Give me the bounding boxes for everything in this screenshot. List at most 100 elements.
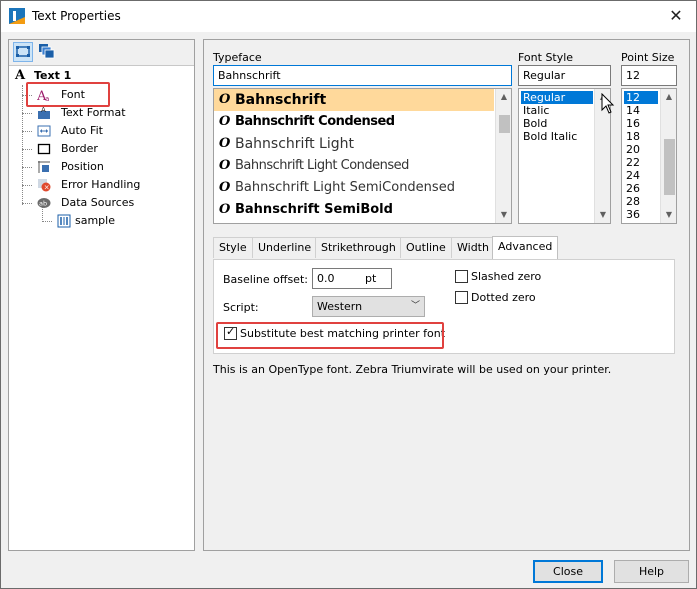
opentype-icon: O (219, 114, 231, 129)
font-name: Bahnschrift (235, 92, 327, 108)
scroll-down-icon[interactable]: ▼ (595, 207, 610, 223)
tree-item-label: sample (75, 214, 115, 227)
font-list-item[interactable]: O Bahnschrift Condensed (214, 111, 494, 133)
opentype-icon: O (219, 136, 231, 151)
window-title: Text Properties (32, 9, 121, 23)
scroll-thumb[interactable] (664, 139, 675, 195)
font-list-item[interactable]: O Bahnschrift Light SemiCondensed (214, 177, 494, 199)
slashed-zero-label: Slashed zero (471, 270, 542, 283)
slashed-zero-checkbox[interactable] (455, 270, 468, 283)
dotted-zero-checkbox[interactable] (455, 291, 468, 304)
font-name: Bahnschrift SemiBold (235, 202, 393, 217)
layout-icon (16, 46, 30, 57)
tab-advanced[interactable]: Advanced (492, 236, 559, 259)
font-style-list[interactable]: Regular Italic Bold Bold Italic ▲ ▼ (518, 88, 611, 224)
text-a-icon: A (15, 68, 26, 83)
font-name: Bahnschrift Condensed (235, 114, 395, 129)
sample-icon (57, 214, 71, 228)
font-style-option[interactable]: Bold (521, 117, 549, 130)
layout-view-button[interactable] (13, 42, 33, 62)
close-button[interactable]: Close (533, 560, 603, 583)
mouse-cursor-icon (601, 93, 615, 114)
baseline-unit: pt (365, 272, 377, 285)
svg-text:ab: ab (39, 200, 47, 208)
typeface-label: Typeface (213, 51, 262, 64)
point-size-input[interactable]: 12 (621, 65, 677, 86)
font-name: Bahnschrift Light (235, 136, 354, 152)
point-size-option[interactable]: 20 (624, 143, 642, 156)
point-size-label: Point Size (621, 51, 675, 64)
font-style-input[interactable]: Regular (518, 65, 611, 86)
tab-outline[interactable]: Outline (400, 237, 452, 258)
typeface-list[interactable]: O Bahnschrift O Bahnschrift Condensed O … (213, 88, 512, 224)
baseline-offset-value: 0.0 (317, 272, 335, 285)
close-window-icon[interactable]: ✕ (665, 6, 687, 26)
scroll-thumb[interactable] (499, 115, 510, 133)
font-list-item[interactable]: O Bahnschrift SemiBold (214, 199, 494, 221)
stack-icon (39, 44, 55, 59)
help-button[interactable]: Help (614, 560, 689, 583)
opentype-icon: O (219, 158, 231, 173)
font-highlight-box (26, 82, 110, 107)
title-bar: Text Properties ✕ (1, 1, 696, 32)
tree-item-label: Auto Fit (61, 124, 103, 137)
chevron-down-icon: ﹀ (410, 301, 420, 311)
opentype-info-text: This is an OpenType font. Zebra Triumvir… (213, 363, 612, 376)
property-tree-panel: A Text 1 Aa Font A Text Format Auto Fit … (8, 39, 195, 551)
font-list-item[interactable]: O Bahnschrift Light (214, 133, 494, 155)
point-size-option[interactable]: 22 (624, 156, 642, 169)
font-list-item[interactable]: O Bahnschrift (214, 89, 494, 111)
font-style-option[interactable]: Regular (521, 91, 593, 104)
scroll-down-icon[interactable]: ▼ (496, 207, 511, 223)
error-handling-icon: × (37, 178, 51, 192)
scroll-up-icon[interactable]: ▲ (496, 89, 511, 105)
dotted-zero-label: Dotted zero (471, 291, 536, 304)
tree-connector (22, 185, 32, 186)
scroll-up-icon[interactable]: ▲ (661, 89, 676, 105)
point-size-option[interactable]: 16 (624, 117, 642, 130)
font-list-item[interactable]: O Bahnschrift Light Condensed (214, 155, 494, 177)
baseline-offset-input[interactable]: 0.0 pt (312, 268, 392, 289)
data-sources-icon: ab (37, 196, 51, 210)
tab-strikethrough[interactable]: Strikethrough (315, 237, 402, 258)
text-properties-window: Text Properties ✕ A Text 1 A a Font A Te… (0, 0, 697, 589)
point-size-scrollbar[interactable]: ▲ ▼ (660, 89, 676, 223)
auto-fit-icon (37, 124, 51, 138)
tab-underline[interactable]: Underline (252, 237, 318, 258)
point-size-list[interactable]: 12 14 16 18 20 22 24 26 28 36 48 ▲ ▼ (621, 88, 677, 224)
svg-text:×: × (44, 184, 50, 192)
scroll-down-icon[interactable]: ▼ (661, 207, 676, 223)
tree-item-label: Error Handling (61, 178, 141, 191)
tree-connector (22, 131, 32, 132)
point-size-option[interactable]: 26 (624, 182, 642, 195)
opentype-icon: O (219, 202, 231, 217)
tree-toolbar (9, 40, 194, 66)
tab-width[interactable]: Width (451, 237, 495, 258)
stack-view-button[interactable] (37, 42, 57, 62)
typeface-scrollbar[interactable]: ▲ ▼ (495, 89, 511, 223)
font-style-option[interactable]: Bold Italic (521, 130, 579, 143)
tree-connector (22, 203, 32, 204)
script-select[interactable]: Western ﹀ (312, 296, 425, 317)
font-style-option[interactable]: Italic (521, 104, 551, 117)
font-name: Bahnschrift Light Condensed (235, 158, 409, 173)
typeface-input[interactable]: Bahnschrift (213, 65, 512, 86)
opentype-icon: O (219, 92, 231, 107)
point-size-option[interactable]: 36 (624, 208, 642, 221)
script-label: Script: (223, 301, 259, 314)
substitute-highlight-box (216, 322, 444, 349)
text-format-icon: A (37, 106, 51, 120)
point-size-option[interactable]: 24 (624, 169, 642, 182)
script-value: Western (317, 300, 363, 313)
tab-style[interactable]: Style (213, 237, 253, 258)
point-size-option[interactable]: 14 (624, 104, 642, 117)
border-icon (37, 142, 51, 156)
point-size-option[interactable]: 18 (624, 130, 642, 143)
point-size-option[interactable]: 48 (624, 221, 642, 223)
opentype-icon: O (219, 180, 231, 195)
point-size-option[interactable]: 28 (624, 195, 642, 208)
baseline-offset-label: Baseline offset: (223, 273, 308, 286)
app-icon (9, 8, 25, 24)
position-icon (37, 160, 51, 174)
point-size-option[interactable]: 12 (624, 91, 658, 104)
